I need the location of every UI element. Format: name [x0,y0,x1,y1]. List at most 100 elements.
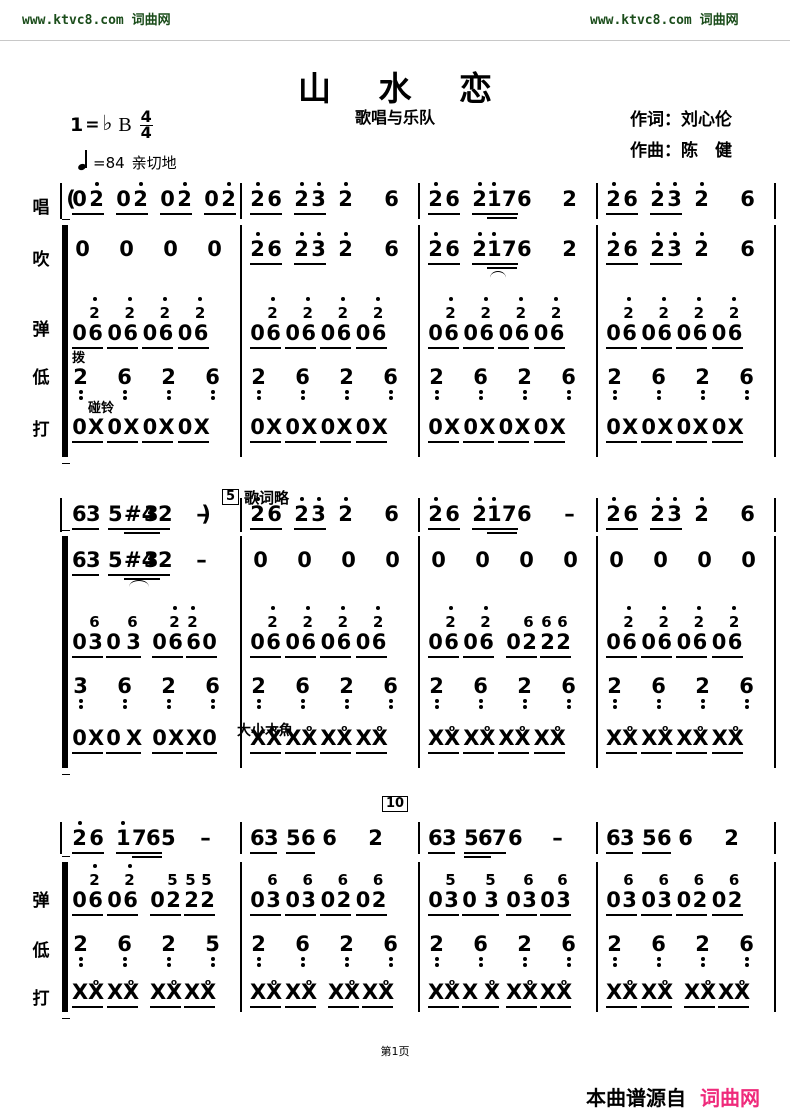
note-pluck: 0 [606,321,621,345]
note-pluck: 2 [540,630,555,654]
note-perc: 0 [285,415,300,439]
note-bass: 2 [429,932,444,956]
note-sing: 6 [623,187,638,211]
system-brace [62,536,68,768]
source-site: 词曲网 [700,1086,760,1110]
beam-sing [72,213,104,215]
note-perc: X [692,415,709,439]
octave-dot-down [344,396,349,400]
beam-pluck [177,347,209,349]
octave-dot-up [270,297,275,301]
note-pluck: 0 [506,888,521,912]
note-wind: 7 [502,237,517,261]
note-pluck: 6 [266,321,281,345]
barline-top-4 [774,822,776,854]
octave-dot-up [92,297,97,301]
octave-dot-down [78,957,83,961]
beam-pluck [711,656,743,658]
note-bass: 6 [473,932,488,956]
note-bass: 6 [117,365,132,389]
octave-dot-down [210,396,215,400]
octave-dot-down [522,705,527,709]
note-perc: 0 [498,415,514,439]
note-pluck-upper: 2 [372,304,384,322]
beam-pluck [320,656,352,658]
note-perc: X [498,726,515,750]
note-sing: 3 [144,502,159,526]
note-pluck-upper: 6 [267,871,278,889]
note-perc: X [285,980,302,1004]
source-footer: 本曲谱源自 词曲网 [586,1082,760,1111]
octave-dot-down [700,390,705,394]
composer-credit: 作曲：陈 健 [630,141,732,161]
note-bass: 6 [561,365,576,389]
note-pluck-upper: 2 [515,304,527,322]
beam-perc [540,1006,571,1008]
tie-arc [490,271,506,278]
note-pluck-upper: 2 [302,304,313,322]
note-perc: X [549,415,566,439]
note-wind: 6 [517,237,532,261]
barline-sing-2 [418,498,420,532]
beam-pluck [72,914,103,916]
note-sing: #4 [124,502,157,526]
beam-pluck [676,656,708,658]
octave-dot-down [744,963,749,967]
octave-dot-up [127,864,132,868]
octave-dot-down [656,699,661,703]
beam-pluck [184,914,215,916]
note-pluck: 0 [641,321,656,345]
note-sing: 2 [606,502,621,526]
note-bass: 6 [383,365,398,389]
note-pluck: 6 [549,321,565,345]
note-pluck-upper: 6 [89,613,100,631]
beam-pluck [250,347,281,349]
note-top: – [200,826,211,850]
octave-dot-down [388,396,393,400]
note-pluck: 0 [606,630,621,654]
note-perc: 0 [72,726,87,750]
octave-dot-down [388,705,393,709]
note-pluck-upper: 6 [523,613,534,631]
octave-dot-up [343,182,348,186]
note-sing: 3 [311,187,326,211]
note-bass: 2 [161,932,176,956]
beam-note-wind [250,263,282,265]
beam-pluck [355,656,387,658]
note-pluck: 6 [186,630,201,654]
annotation-bo: 拨 [72,351,86,366]
octave-dot-up [477,182,482,186]
note-sing: 6 [517,187,532,211]
octave-dot-down [700,957,705,961]
note-sing: 2 [177,187,192,211]
note-pluck: 2 [336,888,352,912]
row-label-sing: 唱 [32,198,50,218]
note-perc: X [362,980,379,1004]
note-wind: 6 [267,237,282,261]
key-equals: = [85,115,100,136]
note-wind: 2 [158,548,173,572]
octave-dot-down [478,699,483,703]
note-bass: 6 [117,674,132,698]
beam-perc [72,1006,103,1008]
octave-dot-down [566,390,571,394]
muyu-circle-mark: o [560,978,568,988]
system-1: 唱 吹 弹 低 打 ( 拨 碰铃 02020202000026232626232… [0,175,790,465]
octave-dot-down [656,957,661,961]
note-wind: 0 [697,548,712,572]
barline-sing-4 [774,183,776,219]
system-brace [62,225,68,457]
note-wind: 6 [384,237,399,261]
note-bass: 2 [339,674,354,698]
note-sing: 3 [311,502,326,526]
note-bass: 6 [383,932,398,956]
note-perc: 0 [72,415,87,439]
row-label-perc: 打 [32,420,50,440]
octave-dot-up [316,497,321,501]
brace-top-curl [62,219,70,227]
note-pluck: 3 [522,888,537,912]
row-label-pluck: 弹 [32,320,50,340]
octave-dot-down [478,390,483,394]
barline-top-1 [240,822,242,854]
note-wind: 2 [650,237,665,261]
